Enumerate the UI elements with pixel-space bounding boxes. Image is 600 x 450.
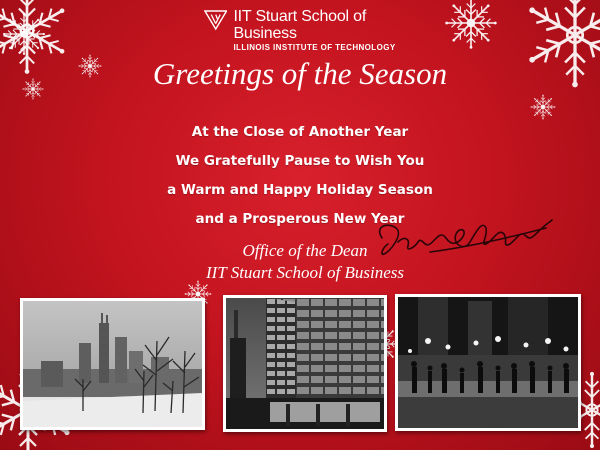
photo-skating-rink: [395, 294, 581, 431]
iit-logo: IIT Stuart School of Business ILLINOIS I…: [204, 8, 414, 52]
message-line: At the Close of Another Year: [191, 124, 409, 140]
greeting-title: Greetings of the Season: [152, 56, 448, 91]
logo-title: IIT Stuart School of Business: [233, 8, 367, 42]
message-line: We Gratefully Pause to Wish You: [175, 153, 425, 169]
message-line: a Warm and Happy Holiday Season: [167, 182, 433, 198]
logo-subtitle: ILLINOIS INSTITUTE OF TECHNOLOGY: [233, 43, 396, 52]
photo-skyline: [20, 298, 205, 430]
photo-building: [223, 295, 387, 432]
snowflake-icon: [444, 0, 498, 50]
holiday-card: IIT Stuart School of Business ILLINOIS I…: [0, 0, 600, 450]
snowflake-icon: [530, 94, 556, 120]
handwritten-signature: [378, 219, 553, 256]
iit-logo-icon: [204, 10, 228, 31]
snowflake-icon: [2, 12, 46, 56]
